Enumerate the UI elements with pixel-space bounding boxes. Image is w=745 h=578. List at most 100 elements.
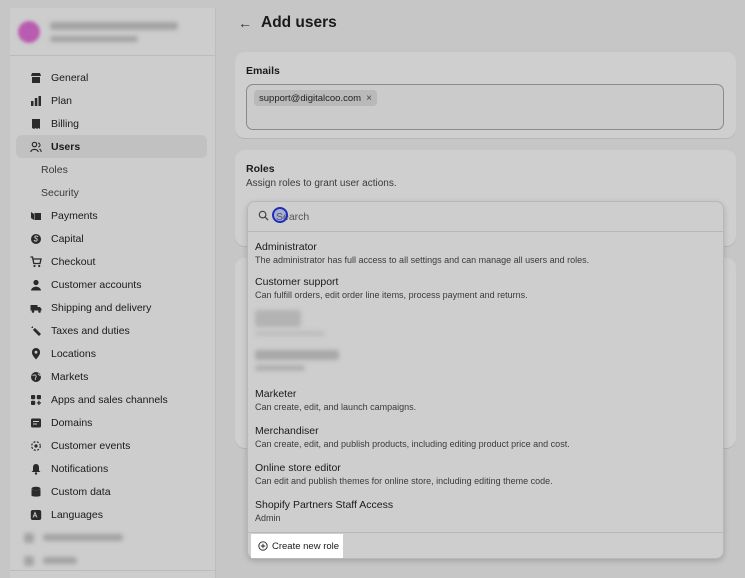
sidebar-item-label: Security — [41, 186, 79, 199]
chart-icon — [30, 95, 42, 107]
roles-dropdown: Administrator The administrator has full… — [247, 201, 724, 559]
role-name: Merchandiser — [255, 425, 319, 437]
page-header: ← Add users — [238, 14, 337, 32]
sidebar-item-markets[interactable]: Markets — [16, 365, 207, 388]
sidebar-item-label: Roles — [41, 163, 68, 176]
emails-label: Emails — [246, 65, 280, 77]
role-description: Can edit and publish themes for online s… — [255, 476, 553, 486]
role-option-blurred[interactable] — [255, 350, 339, 371]
role-description: Can fulfill orders, edit order line item… — [255, 290, 528, 300]
events-icon — [30, 440, 42, 452]
role-search-input[interactable] — [276, 210, 696, 223]
emails-input[interactable]: support@digitalcoo.com × — [246, 84, 724, 130]
role-name: Marketer — [255, 388, 297, 400]
bell-icon — [30, 463, 42, 475]
sidebar-item-label: Plan — [51, 94, 73, 107]
truck-icon — [30, 302, 42, 314]
plus-circle-icon — [258, 541, 268, 551]
email-chip: support@digitalcoo.com × — [254, 90, 377, 106]
sidebar-item-label: General — [51, 71, 89, 84]
sidebar-item-label: Apps and sales channels — [51, 393, 168, 406]
back-arrow-icon[interactable]: ← — [238, 15, 252, 31]
sidebar-item-label: Customer accounts — [51, 278, 142, 291]
role-description: Can create, edit, and launch campaigns. — [255, 402, 417, 412]
create-new-role-button[interactable]: Create new role — [251, 534, 343, 558]
remove-chip-icon[interactable]: × — [366, 93, 372, 104]
role-option-customer-support[interactable]: Customer support Can fulfill orders, edi… — [255, 276, 716, 300]
email-chip-text: support@digitalcoo.com — [259, 92, 362, 104]
sidebar-item-locations[interactable]: Locations — [16, 342, 207, 365]
sidebar-item-taxes[interactable]: Taxes and duties — [16, 319, 207, 342]
emails-card: Emails support@digitalcoo.com × — [235, 52, 736, 138]
sidebar-item-label: Customer events — [51, 439, 131, 452]
role-name: Shopify Partners Staff Access — [255, 499, 394, 511]
receipt-icon — [30, 118, 42, 130]
sidebar-item-label: Languages — [51, 508, 103, 521]
role-option-online-store-editor[interactable]: Online store editor Can edit and publish… — [255, 462, 716, 486]
sidebar-item-label: Shipping and delivery — [51, 301, 152, 314]
sidebar-item-label: Payments — [51, 209, 98, 222]
store-icon — [30, 72, 42, 84]
role-option-administrator[interactable]: Administrator The administrator has full… — [255, 241, 716, 265]
sidebar-item-general[interactable]: General — [16, 66, 207, 89]
sidebar-item-capital[interactable]: Capital — [16, 227, 207, 250]
role-option-marketer[interactable]: Marketer Can create, edit, and launch ca… — [255, 388, 716, 412]
store-avatar — [18, 20, 40, 43]
tax-icon — [30, 325, 42, 337]
globe-icon — [30, 371, 42, 383]
sidebar-item-checkout[interactable]: Checkout — [16, 250, 207, 273]
payment-icon — [30, 210, 42, 222]
database-icon — [30, 486, 42, 498]
role-option-shopify-partners[interactable]: Shopify Partners Staff Access Admin — [255, 499, 716, 523]
sidebar-divider — [10, 570, 215, 578]
sidebar-item-shipping[interactable]: Shipping and delivery — [16, 296, 207, 319]
location-icon — [30, 347, 42, 360]
sidebar-item-languages[interactable]: Languages — [16, 503, 207, 526]
settings-sidebar: General Plan Billing Users Roles Securit… — [10, 8, 216, 578]
sidebar-item-custom-data[interactable]: Custom data — [16, 480, 207, 503]
sidebar-item-label: Users — [51, 140, 81, 153]
sidebar-item-customer-events[interactable]: Customer events — [16, 434, 207, 457]
person-icon — [30, 279, 42, 291]
store-switcher[interactable] — [10, 8, 215, 56]
sidebar-item-label: Custom data — [51, 485, 111, 498]
role-option-blurred[interactable] — [255, 310, 325, 336]
role-search-row — [248, 202, 723, 232]
page-title: Add users — [261, 14, 337, 31]
sidebar-item-label: Billing — [51, 117, 80, 130]
sidebar-item-apps[interactable]: Apps and sales channels — [16, 388, 207, 411]
dropdown-divider — [248, 532, 723, 533]
store-name-blurred — [50, 21, 178, 42]
sidebar-item-label: Markets — [51, 370, 89, 383]
roles-description: Assign roles to grant user actions. — [246, 178, 397, 189]
apps-icon — [30, 394, 42, 406]
sidebar-item-blurred[interactable] — [10, 526, 215, 549]
sidebar-item-payments[interactable]: Payments — [16, 204, 207, 227]
settings-nav: General Plan Billing Users Roles Securit… — [10, 56, 215, 572]
sidebar-item-blurred[interactable] — [10, 549, 215, 572]
sidebar-item-notifications[interactable]: Notifications — [16, 457, 207, 480]
domain-icon — [30, 417, 42, 429]
sidebar-item-plan[interactable]: Plan — [16, 89, 207, 112]
sidebar-item-customer-accounts[interactable]: Customer accounts — [16, 273, 207, 296]
sidebar-item-label: Notifications — [51, 462, 109, 475]
capital-icon — [30, 233, 42, 245]
role-option-merchandiser[interactable]: Merchandiser Can create, edit, and publi… — [255, 425, 716, 449]
role-name: Administrator — [255, 241, 317, 253]
sidebar-item-domains[interactable]: Domains — [16, 411, 207, 434]
role-description: Can create, edit, and publish products, … — [255, 439, 570, 449]
sidebar-item-label: Checkout — [51, 255, 96, 268]
search-icon — [258, 209, 269, 224]
role-description: Admin — [255, 513, 281, 523]
sidebar-item-label: Locations — [51, 347, 96, 360]
roles-label: Roles — [246, 163, 275, 175]
role-name: Online store editor — [255, 462, 341, 474]
mouse-cursor-indicator — [272, 207, 288, 223]
sidebar-item-label: Domains — [51, 416, 93, 429]
sidebar-item-users[interactable]: Users — [16, 135, 207, 158]
role-name: Customer support — [255, 276, 339, 288]
sidebar-item-security[interactable]: Security — [16, 181, 207, 204]
sidebar-item-roles[interactable]: Roles — [16, 158, 207, 181]
sidebar-item-billing[interactable]: Billing — [16, 112, 207, 135]
sidebar-item-label: Taxes and duties — [51, 324, 130, 337]
